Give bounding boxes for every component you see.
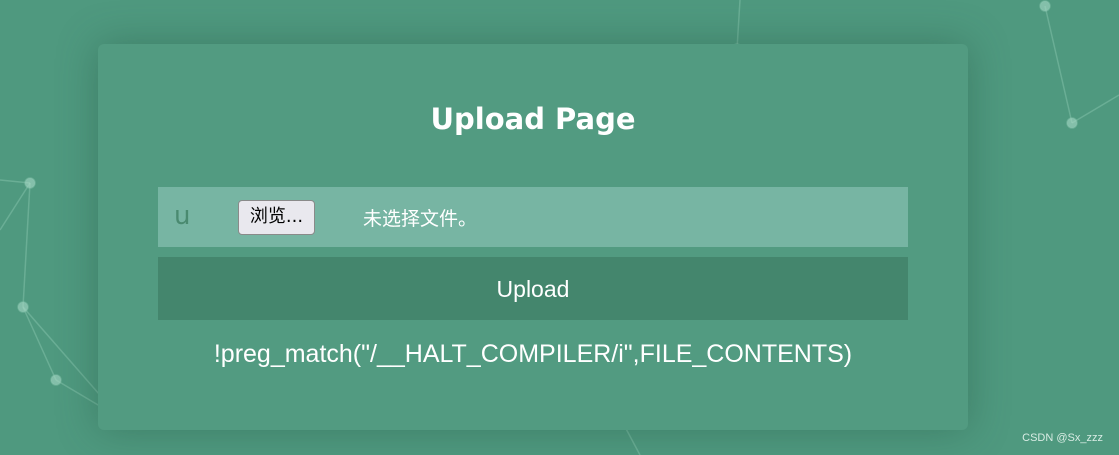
- watermark: CSDN @Sx_zzz: [1022, 432, 1103, 444]
- page-title: Upload Page: [430, 102, 636, 136]
- filter-hint-text: !preg_match("/__HALT_COMPILER/i",FILE_CO…: [213, 340, 853, 368]
- upload-card: Upload Page u 浏览... 未选择文件。 Upload !preg_…: [98, 44, 968, 430]
- file-input[interactable]: u 浏览... 未选择文件。: [158, 187, 908, 247]
- upload-button[interactable]: Upload: [158, 257, 908, 320]
- browse-button[interactable]: 浏览...: [238, 200, 315, 235]
- file-status-text: 未选择文件。: [363, 208, 478, 230]
- file-prefix-label: u: [174, 201, 191, 231]
